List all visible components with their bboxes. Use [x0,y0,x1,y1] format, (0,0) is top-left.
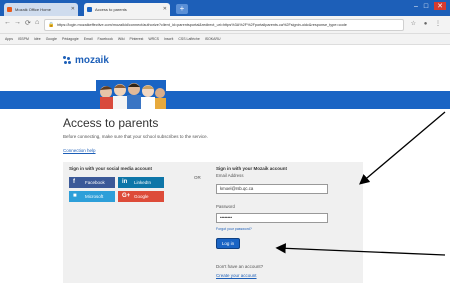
bookmark-item[interactable]: Wiki [118,37,125,41]
maximize-icon[interactable]: □ [424,3,434,10]
family-photo [96,80,166,109]
page-title: Access to parents [63,116,159,130]
close-window-icon[interactable]: ✕ [434,2,446,10]
close-tab-icon[interactable]: ✕ [71,3,75,16]
mozaik-login-title: Sign in with your Mozaik account [216,166,288,171]
extension-icons[interactable]: ☆ ● ⋮ [411,20,444,27]
new-tab-button[interactable]: + [176,4,188,14]
forgot-password-link[interactable]: Forgot your password? [216,227,252,231]
bookmark-item[interactable]: CSS Laflèche [178,37,199,41]
microsoft-button[interactable]: ■ Microsoft [69,191,115,202]
microsoft-icon: ■ [73,193,77,199]
google-button[interactable]: G+ Google [118,191,164,202]
forward-icon[interactable]: → [14,19,21,26]
password-field[interactable]: •••••••• [216,213,328,223]
browser-tab-active[interactable]: Access to parents ✕ [84,3,170,16]
facebook-button[interactable]: f Facebook [69,177,115,188]
url-text: https://login.mozaikeffective.com/mozaik… [57,23,347,27]
bookmark-item[interactable]: Pédagogie [62,37,79,41]
email-label: Email Address [216,173,244,178]
facebook-label: Facebook [85,180,105,185]
browser-toolbar: ← → ⟳ ⌂ 🔒 https://login.mozaikeffective.… [0,16,450,34]
browser-tab-bar: Mozaik Office Home ✕ Access to parents ✕… [0,0,450,16]
arrow-to-email [359,111,446,185]
bookmark-item[interactable]: Facebook [98,37,113,41]
bookmark-item[interactable]: ISOKARU [205,37,221,41]
create-account-link[interactable]: Create your account [216,273,257,278]
address-bar[interactable]: 🔒 https://login.mozaikeffective.com/moza… [44,19,404,31]
bookmark-item[interactable]: Google [46,37,57,41]
linkedin-button[interactable]: in LinkedIn [118,177,164,188]
bookmark-item[interactable]: ISSPM [18,37,29,41]
bookmark-item[interactable]: Pinterest [130,37,144,41]
facebook-icon: f [73,179,75,185]
connection-help-link[interactable]: Connection help [63,148,96,153]
bookmark-item[interactable]: Idée [34,37,41,41]
window-controls: –□ ✕ [414,2,446,10]
google-label: Google [134,194,149,199]
home-icon[interactable]: ⌂ [35,19,39,26]
bookmarks-bar: Apps ISSPM Idée Google Pédagogie Email Faceboo… [0,34,450,45]
microsoft-label: Microsoft [85,194,104,199]
mozaik-logo-icon [63,56,72,65]
email-field[interactable]: kmoel@rsb.qc.ca [216,184,328,194]
tab-label: Mozaik Office Home [15,7,51,12]
bookmark-item[interactable]: Apps [5,37,13,41]
lock-icon: 🔒 [48,22,55,28]
linkedin-label: LinkedIn [134,180,152,185]
login-panel: Sign in with your social media account f… [63,162,363,283]
password-label: Password [216,204,235,209]
minimize-icon[interactable]: – [414,3,424,10]
brand-name: mozaik [75,55,109,66]
bookmark-item[interactable]: Email [84,37,93,41]
google-icon: G+ [122,193,131,199]
bookmark-item[interactable]: Inscrit [164,37,173,41]
no-account-text: Don't have an account? [216,264,264,269]
bookmark-item[interactable]: WRCS [148,37,159,41]
social-login-title: Sign in with your social media account [69,166,153,171]
back-icon[interactable]: ← [4,19,11,26]
browser-tab[interactable]: Mozaik Office Home ✕ [4,3,78,16]
mozaik-logo: mozaik [63,55,109,66]
reload-icon[interactable]: ⟳ [25,19,31,27]
linkedin-icon: in [122,179,128,185]
tab-favicon-icon [7,7,12,12]
page-subtitle: Before connecting, make sure that your s… [63,134,208,139]
login-button[interactable]: Log in [216,238,240,249]
tab-favicon-icon [87,7,92,12]
header-banner [0,91,450,109]
tab-label: Access to parents [95,7,127,12]
or-separator: OR [194,175,201,180]
close-tab-icon[interactable]: ✕ [163,3,167,16]
